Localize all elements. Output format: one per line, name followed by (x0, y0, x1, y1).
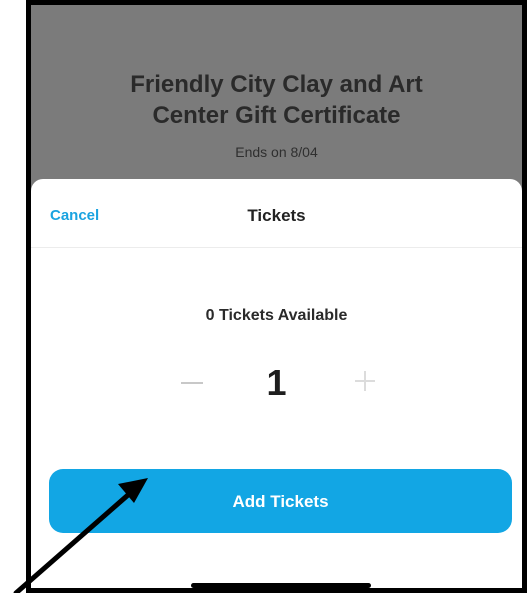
tickets-available-text: 0 Tickets Available (205, 307, 348, 324)
tickets-sheet: Cancel Tickets 0 Tickets Available 1 Add… (31, 179, 522, 588)
add-tickets-button[interactable]: Add Tickets (49, 469, 512, 533)
quantity-stepper: 1 (31, 361, 522, 409)
sheet-title: Tickets (247, 206, 306, 225)
plus-icon[interactable] (355, 371, 375, 391)
quantity-value: 1 (266, 362, 287, 403)
page: Friendly City Clay and Art Center Gift C… (0, 0, 531, 593)
event-end-date: Ends on 8/04 (235, 144, 318, 160)
event-backdrop: Friendly City Clay and Art Center Gift C… (31, 5, 522, 205)
event-title: Friendly City Clay and Art Center Gift C… (130, 71, 423, 129)
phone-frame: Friendly City Clay and Art Center Gift C… (26, 0, 527, 593)
home-indicator (191, 583, 371, 588)
sheet-header: Cancel Tickets (31, 179, 522, 248)
